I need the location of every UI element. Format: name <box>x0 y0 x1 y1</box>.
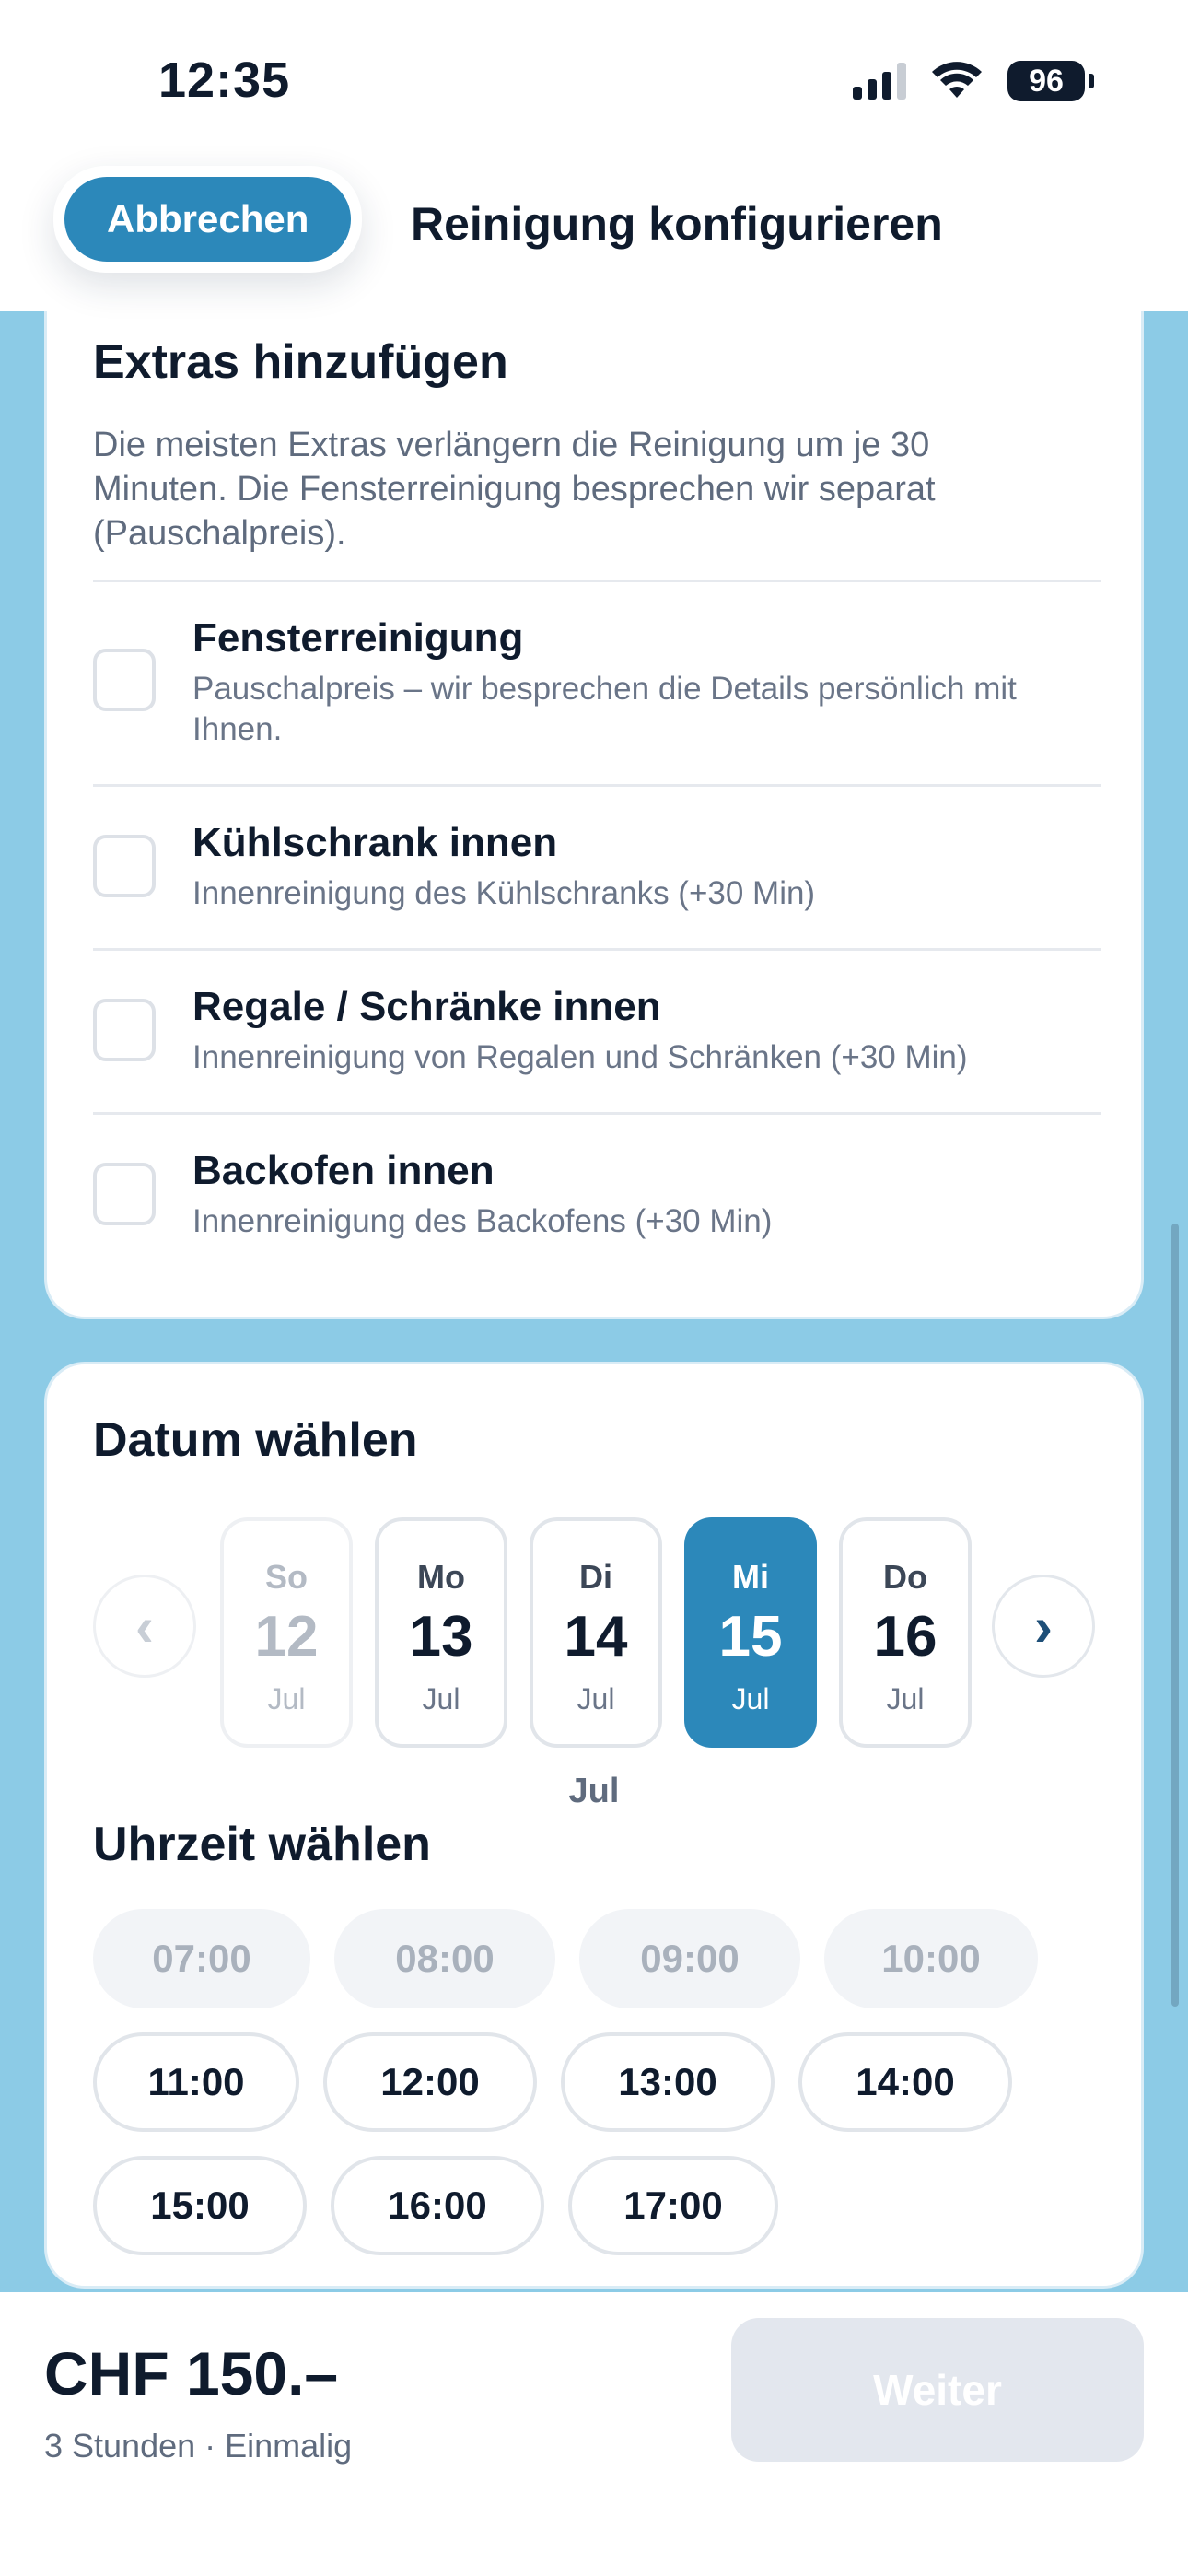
extra-item-kuehlschrank[interactable]: Kühlschrank innen Innenreinigung des Küh… <box>93 784 1101 948</box>
total-price: CHF 150.– <box>44 2339 339 2407</box>
date-day: 16 <box>873 1605 938 1669</box>
date-chip-13[interactable]: Mo 13 Jul <box>375 1517 507 1748</box>
date-title: Datum wählen <box>93 1413 418 1467</box>
time-slot-0900: 09:00 <box>579 1909 800 2008</box>
status-icons: 96 <box>853 55 1094 107</box>
extras-list: Fensterreinigung Pauschalpreis – wir bes… <box>93 580 1101 1276</box>
date-chip-12: So 12 Jul <box>220 1517 353 1748</box>
price-subtitle: 3 Stunden · Einmalig <box>44 2427 353 2465</box>
prev-date-button[interactable]: ‹ <box>93 1575 196 1678</box>
status-time: 12:35 <box>158 53 291 108</box>
time-slot-0800: 08:00 <box>334 1909 555 2008</box>
current-month-label: Jul <box>568 1772 620 1810</box>
date-weekday: Mo <box>417 1558 465 1596</box>
date-month: Jul <box>731 1682 770 1715</box>
extras-title: Extras hinzufügen <box>93 335 508 389</box>
extra-item-title: Regale / Schränke innen <box>192 984 661 1029</box>
bottom-bar: CHF 150.– 3 Stunden · Einmalig Weiter <box>0 2292 1188 2576</box>
time-slot-1500[interactable]: 15:00 <box>93 2156 307 2255</box>
date-day: 13 <box>409 1605 473 1669</box>
extra-item-title: Kühlschrank innen <box>192 820 558 865</box>
date-month: Jul <box>267 1682 306 1715</box>
date-weekday: Do <box>883 1558 927 1596</box>
date-weekday: Di <box>579 1558 612 1596</box>
time-title: Uhrzeit wählen <box>93 1818 431 1871</box>
date-day: 12 <box>254 1605 319 1669</box>
time-slot-1600[interactable]: 16:00 <box>331 2156 544 2255</box>
cancel-button-wrapper: Abbrechen <box>53 166 363 273</box>
extra-item-subtitle: Pauschalpreis – wir besprechen die Detai… <box>192 671 1017 747</box>
date-time-card: Datum wählen ‹ So 12 Jul Mo 13 Jul Di 14… <box>44 1362 1144 2289</box>
checkbox[interactable] <box>93 1163 156 1225</box>
date-weekday: So <box>264 1558 308 1596</box>
next-button[interactable]: Weiter <box>731 2318 1144 2462</box>
scrollbar[interactable] <box>1171 1224 1179 2007</box>
date-day: 14 <box>564 1605 628 1669</box>
time-slot-1700[interactable]: 17:00 <box>568 2156 778 2255</box>
extra-item-subtitle: Innenreinigung des Backofens (+30 Min) <box>192 1203 773 1239</box>
battery-icon: 96 <box>1007 61 1094 101</box>
extra-item-subtitle: Innenreinigung des Kühlschranks (+30 Min… <box>192 875 816 911</box>
next-date-button[interactable]: › <box>992 1575 1095 1678</box>
date-chip-16[interactable]: Do 16 Jul <box>839 1517 972 1748</box>
time-slot-1100[interactable]: 11:00 <box>93 2032 299 2132</box>
checkbox[interactable] <box>93 649 156 711</box>
time-slot-0700: 07:00 <box>93 1909 310 2008</box>
extra-item-subtitle: Innenreinigung von Regalen und Schränken… <box>192 1039 968 1075</box>
checkbox[interactable] <box>93 835 156 897</box>
date-day: 15 <box>718 1605 783 1669</box>
date-picker: ‹ So 12 Jul Mo 13 Jul Di 14 Jul Mi 15 Ju… <box>93 1517 1095 1748</box>
extra-item-fensterreinigung[interactable]: Fensterreinigung Pauschalpreis – wir bes… <box>93 580 1101 784</box>
time-slot-1000: 10:00 <box>824 1909 1038 2008</box>
extra-item-backofen[interactable]: Backofen innen Innenreinigung des Backof… <box>93 1112 1101 1276</box>
time-slot-1300[interactable]: 13:00 <box>561 2032 775 2132</box>
date-chip-15[interactable]: Mi 15 Jul <box>684 1517 817 1748</box>
extras-description: Die meisten Extras verlängern die Reinig… <box>93 426 936 553</box>
date-weekday: Mi <box>732 1558 769 1596</box>
date-month: Jul <box>577 1682 615 1715</box>
date-month: Jul <box>422 1682 460 1715</box>
extras-card: Extras hinzufügen Die meisten Extras ver… <box>44 240 1144 1319</box>
top-bar: 12:35 96 Abbrechen Reinigung konfigurier… <box>0 0 1188 311</box>
extra-item-title: Fensterreinigung <box>192 615 524 661</box>
cellular-signal-icon <box>853 63 906 100</box>
date-month: Jul <box>886 1682 925 1715</box>
page-title: Reinigung konfigurieren <box>411 198 943 250</box>
cancel-button[interactable]: Abbrechen <box>64 177 352 262</box>
extra-item-regale[interactable]: Regale / Schränke innen Innenreinigung v… <box>93 948 1101 1112</box>
date-chip-14[interactable]: Di 14 Jul <box>530 1517 662 1748</box>
extra-item-title: Backofen innen <box>192 1148 495 1193</box>
time-slot-1400[interactable]: 14:00 <box>798 2032 1012 2132</box>
time-slot-grid: 07:00 08:00 09:00 10:00 11:00 12:00 13:0… <box>93 1909 1101 2255</box>
time-slot-1200[interactable]: 12:00 <box>323 2032 537 2132</box>
wifi-icon <box>932 62 982 98</box>
checkbox[interactable] <box>93 999 156 1061</box>
